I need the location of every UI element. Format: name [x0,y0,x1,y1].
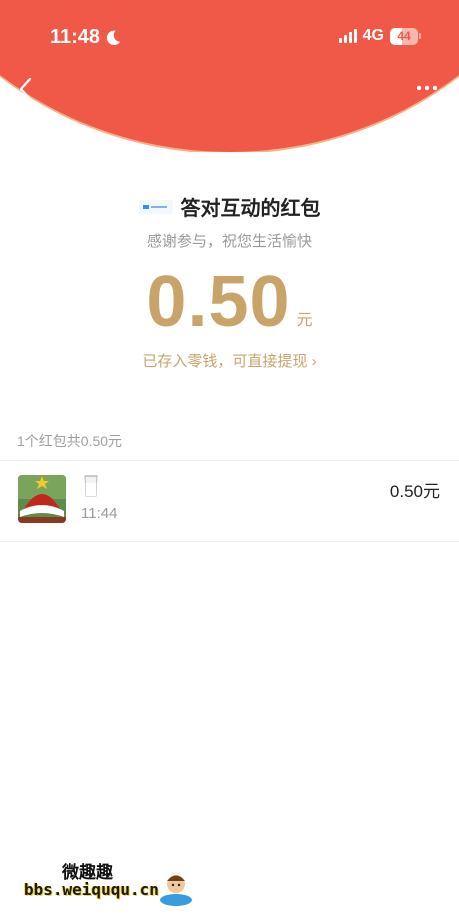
status-time: 11:48 [50,26,122,49]
record-amount: 0.50元 [389,482,440,501]
battery-icon: 44 [390,27,418,45]
watermark-url: bbs.weiququ.cn [24,880,159,899]
signal-icon [338,29,357,43]
clock: 11:48 [50,26,101,48]
status-indicators: 4G 44 [338,27,421,45]
milk-glass-icon [84,475,98,497]
packet-count-summary: 1个红包共0.50元 [17,433,123,449]
packet-title: 答对互动的红包 [180,198,321,220]
watermark-mascot-icon [160,875,192,906]
christmas-hat-avatar-icon [18,475,66,523]
back-arrow-icon[interactable] [16,76,36,102]
deposit-link[interactable]: 已存入零钱，可直接提现 › [0,350,459,371]
amount-unit: 元 [296,312,313,329]
amount-display: 0.50 元 [0,262,459,342]
battery-level: 44 [397,29,411,43]
packet-subtitle: 感谢参与，祝您生活愉快 [146,233,312,250]
red-header: 11:48 4G 44 [0,0,459,152]
amount-value: 0.50 [146,262,291,342]
header-background [0,0,459,152]
sender-logo-icon [138,199,173,214]
moon-icon [106,30,121,45]
divider [0,541,459,542]
battery-cap [419,33,421,39]
network-label: 4G [362,27,384,44]
list-item[interactable]: 11:44 0.50元 [0,461,459,541]
avatar [18,475,66,523]
packet-title-row: 答对互动的红包 [0,192,459,221]
record-time: 11:44 [81,505,118,522]
more-options-icon[interactable] [415,84,439,92]
